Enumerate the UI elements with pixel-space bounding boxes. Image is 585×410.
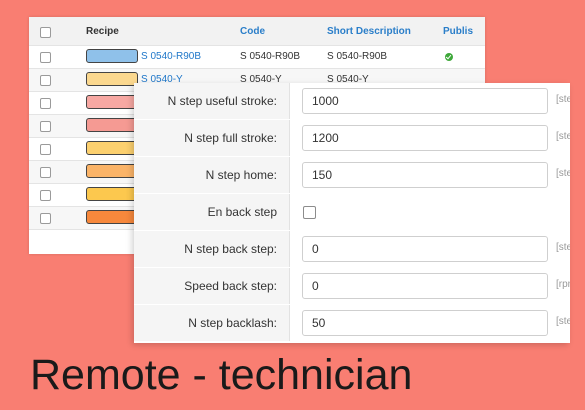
form-row-back-step: N step back step: 0 [step] xyxy=(134,231,570,268)
form-row-home: N step home: 150 [step] xyxy=(134,157,570,194)
backlash-input[interactable]: 50 xyxy=(302,310,548,336)
unit-label: [rpm] xyxy=(556,279,570,290)
form-row-backlash: N step backlash: 50 [step] xyxy=(134,305,570,342)
row-checkbox[interactable] xyxy=(40,52,51,63)
field-label: N step backlash: xyxy=(134,305,290,341)
row-checkbox[interactable] xyxy=(40,190,51,201)
field-label: N step back step: xyxy=(134,231,290,267)
unit-label: [step] xyxy=(556,94,570,105)
row-checkbox[interactable] xyxy=(40,213,51,224)
back-step-input[interactable]: 0 xyxy=(302,236,548,262)
form-row-full-stroke: N step full stroke: 1200 [step] xyxy=(134,120,570,157)
caption-title: Remote - technician xyxy=(30,351,413,399)
description-cell: S 0540-R90B xyxy=(327,51,388,62)
field-label: N step useful stroke: xyxy=(134,83,290,119)
table-row[interactable]: S 0540-R90B S 0540-R90B S 0540-R90B xyxy=(29,46,485,69)
color-swatch xyxy=(86,118,138,132)
color-swatch xyxy=(86,49,138,63)
color-swatch xyxy=(86,95,138,109)
unit-label: [step] xyxy=(556,242,570,253)
home-steps-input[interactable]: 150 xyxy=(302,162,548,188)
header-recipe[interactable]: Recipe xyxy=(86,26,119,37)
useful-stroke-input[interactable]: 1000 xyxy=(302,88,548,114)
motor-settings-form: N step useful stroke: 1000 [step] N step… xyxy=(134,83,570,343)
en-back-step-checkbox[interactable] xyxy=(303,206,316,219)
table-header: Recipe Code Short Description Publis xyxy=(29,17,485,46)
select-all-checkbox[interactable] xyxy=(40,27,51,38)
code-cell: S 0540-R90B xyxy=(240,51,301,62)
header-published[interactable]: Publis xyxy=(443,26,473,37)
color-swatch xyxy=(86,164,138,178)
speed-back-step-input[interactable]: 0 xyxy=(302,273,548,299)
field-label: Speed back step: xyxy=(134,268,290,304)
recipe-link[interactable]: S 0540-R90B xyxy=(141,51,201,62)
color-swatch xyxy=(86,210,138,224)
published-check-icon xyxy=(445,53,453,61)
color-swatch xyxy=(86,72,138,86)
full-stroke-input[interactable]: 1200 xyxy=(302,125,548,151)
form-row-en-back-step: En back step xyxy=(134,194,570,231)
header-code[interactable]: Code xyxy=(240,26,265,37)
unit-label: [step] xyxy=(556,131,570,142)
field-label: N step home: xyxy=(134,157,290,193)
row-checkbox[interactable] xyxy=(40,167,51,178)
row-checkbox[interactable] xyxy=(40,121,51,132)
unit-label: [step] xyxy=(556,168,570,179)
color-swatch xyxy=(86,141,138,155)
form-row-useful-stroke: N step useful stroke: 1000 [step] xyxy=(134,83,570,120)
header-short-description[interactable]: Short Description xyxy=(327,26,411,37)
unit-label: [step] xyxy=(556,316,570,327)
form-row-speed-back-step: Speed back step: 0 [rpm] xyxy=(134,268,570,305)
row-checkbox[interactable] xyxy=(40,75,51,86)
row-checkbox[interactable] xyxy=(40,98,51,109)
color-swatch xyxy=(86,187,138,201)
field-label: N step full stroke: xyxy=(134,120,290,156)
row-checkbox[interactable] xyxy=(40,144,51,155)
field-label: En back step xyxy=(134,194,290,230)
